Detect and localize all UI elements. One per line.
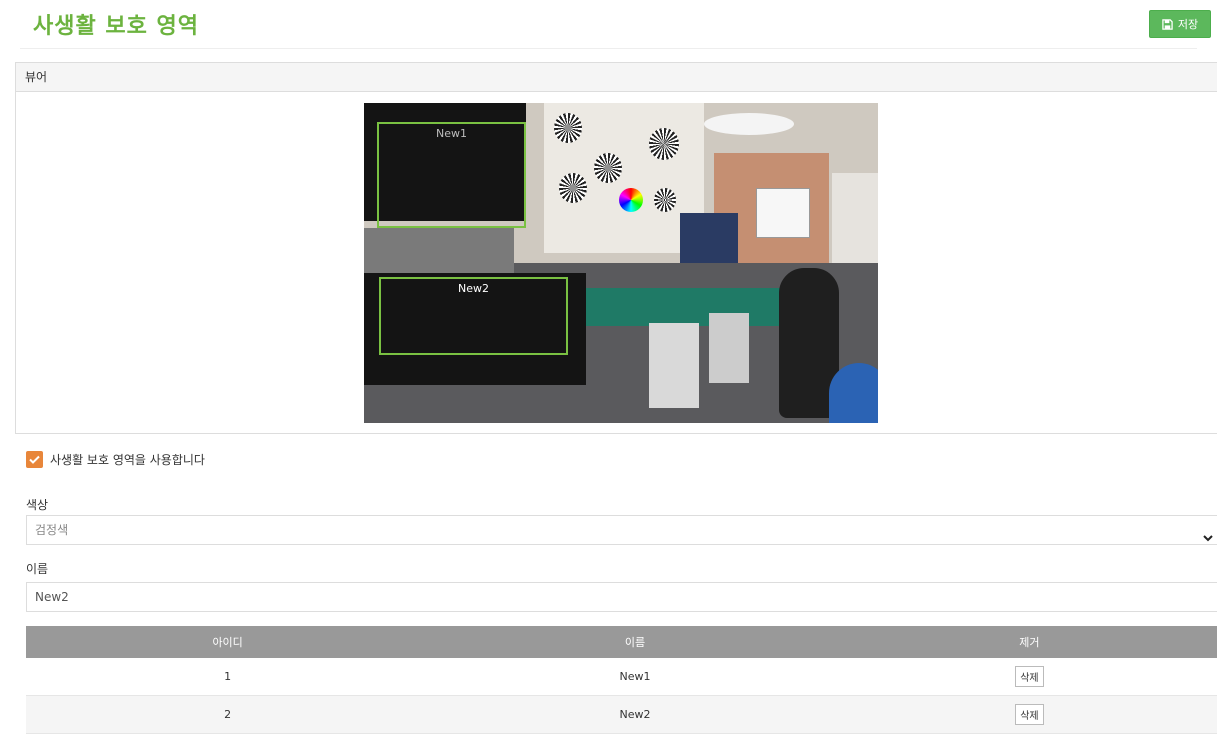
- column-header-remove: 제거: [840, 626, 1217, 658]
- row-name: New2: [429, 695, 841, 734]
- zones-table: 아이디 이름 제거 1 New1 삭제 2 New2 삭제: [26, 626, 1217, 734]
- camera-preview[interactable]: New1 New2: [364, 103, 878, 423]
- scene-blue-chair: [829, 363, 878, 423]
- viewer-header: 뷰어: [16, 63, 1217, 92]
- table-row[interactable]: 2 New2 삭제: [26, 695, 1217, 734]
- row-remove-cell: 삭제: [840, 695, 1217, 734]
- table-row[interactable]: 1 New1 삭제: [26, 658, 1217, 696]
- checkmark-icon: [29, 455, 40, 464]
- table-header-row: 아이디 이름 제거: [26, 626, 1217, 658]
- scene-test-chart: [654, 188, 676, 212]
- floppy-disk-icon: [1162, 18, 1173, 30]
- scene-ceiling-light: [704, 113, 794, 135]
- enable-privacy-label: 사생활 보호 영역을 사용합니다: [50, 453, 205, 467]
- row-id: 2: [26, 695, 430, 734]
- zone-box-new2[interactable]: New2: [379, 277, 568, 355]
- color-label: 색상: [26, 498, 49, 512]
- scene-test-chart: [594, 153, 622, 183]
- title-divider: [20, 48, 1197, 49]
- scene-whiteboard: [756, 188, 810, 238]
- zone-label: New1: [436, 127, 467, 140]
- scene-test-chart: [559, 173, 587, 203]
- row-name: New1: [429, 658, 841, 696]
- color-select[interactable]: 검정색: [26, 515, 1217, 545]
- scene-desk-drawer: [709, 313, 749, 383]
- column-header-id: 아이디: [26, 626, 430, 658]
- color-select-value: 검정색: [35, 523, 69, 537]
- scene-color-wheel: [619, 188, 643, 212]
- delete-button[interactable]: 삭제: [1015, 704, 1044, 725]
- row-remove-cell: 삭제: [840, 658, 1217, 696]
- delete-button[interactable]: 삭제: [1015, 666, 1044, 687]
- zone-box-new1[interactable]: New1: [377, 122, 526, 228]
- column-header-name: 이름: [429, 626, 841, 658]
- row-id: 1: [26, 658, 430, 696]
- chevron-down-icon: [1203, 525, 1213, 553]
- name-input[interactable]: [26, 582, 1217, 612]
- viewer-panel: 뷰어 New1 New2: [15, 62, 1217, 434]
- name-label: 이름: [26, 562, 49, 576]
- scene-test-chart: [649, 128, 679, 160]
- scene-desk-drawer: [649, 323, 699, 408]
- scene-test-chart: [554, 113, 582, 143]
- enable-privacy-row[interactable]: 사생활 보호 영역을 사용합니다: [26, 451, 205, 468]
- save-button-label: 저장: [1177, 18, 1199, 31]
- enable-privacy-checkbox[interactable]: [26, 451, 43, 468]
- page-title: 사생활 보호 영역: [33, 14, 199, 39]
- save-button[interactable]: 저장: [1149, 10, 1211, 38]
- zone-label: New2: [458, 282, 489, 295]
